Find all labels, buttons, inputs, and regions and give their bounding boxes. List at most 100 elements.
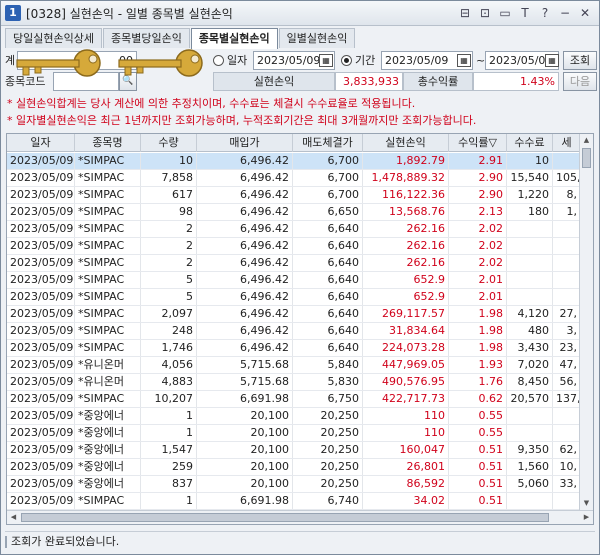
table-cell: 10 [141, 153, 197, 169]
table-cell: 2023/05/09 [7, 170, 75, 186]
table-cell: 9,350 [507, 442, 553, 458]
help-icon[interactable]: ? [537, 5, 553, 21]
table-cell: 422,717.73 [363, 391, 449, 407]
table-cell: 6,700 [293, 153, 363, 169]
table-cell: 20,570 [507, 391, 553, 407]
scroll-down-icon[interactable]: ▼ [580, 497, 593, 510]
horizontal-scroll-thumb[interactable] [21, 513, 549, 522]
calendar-to-icon[interactable]: ▦ [545, 54, 559, 67]
calendar-icon[interactable]: ▦ [319, 54, 333, 67]
table-cell: *중앙에너 [75, 459, 141, 475]
query-button[interactable]: 조회 [563, 51, 597, 70]
table-cell: *SIMPAC [75, 204, 141, 220]
table-cell: 2023/05/09 [7, 153, 75, 169]
table-row[interactable]: 2023/05/09 *중앙에너 259 20,100 20,250 26,801 0.51… [7, 459, 581, 476]
table-cell: 23, [553, 340, 581, 356]
table-cell: 490,576.95 [363, 374, 449, 390]
radio-single-date[interactable] [213, 55, 224, 66]
table-cell: *중앙에너 [75, 425, 141, 441]
vertical-scrollbar[interactable]: ▲ ▼ [579, 134, 593, 510]
table-cell: 1,547 [141, 442, 197, 458]
realized-pnl-value: 3,833,933 [335, 72, 403, 91]
table-row[interactable]: 2023/05/09 *중앙에너 837 20,100 20,250 86,592 0.51… [7, 476, 581, 493]
horizontal-scrollbar[interactable]: ◀ ▶ [7, 510, 593, 524]
table-cell: 1 [141, 425, 197, 441]
table-row[interactable]: 2023/05/09 *SIMPAC 2 6,496.42 6,640 262.16 2.0… [7, 238, 581, 255]
table-row[interactable]: 2023/05/09 *SIMPAC 1 6,691.98 6,740 34.02 0.51 [7, 493, 581, 510]
table-cell: *SIMPAC [75, 340, 141, 356]
table-row[interactable]: 2023/05/09 *SIMPAC 2,097 6,496.42 6,640 269,1… [7, 306, 581, 323]
table-cell: 2023/05/09 [7, 306, 75, 322]
table-row[interactable]: 2023/05/09 *SIMPAC 2 6,496.42 6,640 262.16 2.0… [7, 221, 581, 238]
table-cell: *SIMPAC [75, 238, 141, 254]
table-cell [553, 153, 581, 169]
table-cell [553, 493, 581, 509]
scroll-left-icon[interactable]: ◀ [7, 511, 20, 524]
column-header[interactable]: 수수료 [507, 134, 553, 152]
scroll-up-icon[interactable]: ▲ [580, 134, 593, 147]
column-header[interactable]: 수량 [141, 134, 197, 152]
table-row[interactable]: 2023/05/09 *SIMPAC 98 6,496.42 6,650 13,568.7… [7, 204, 581, 221]
table-row[interactable]: 2023/05/09 *SIMPAC 248 6,496.42 6,640 31,834.… [7, 323, 581, 340]
table-cell: 1 [141, 493, 197, 509]
table-row[interactable]: 2023/05/09 *SIMPAC 617 6,496.42 6,700 116,122… [7, 187, 581, 204]
table-row[interactable]: 2023/05/09 *유니온머 4,056 5,715.68 5,840 447,969… [7, 357, 581, 374]
table-cell: 20,100 [197, 425, 293, 441]
column-header[interactable]: 수익률▽ [449, 134, 507, 152]
table-row[interactable]: 2023/05/09 *SIMPAC 10,207 6,691.98 6,750 422,… [7, 391, 581, 408]
layout-icon[interactable]: ⊟ [457, 5, 473, 21]
column-header[interactable]: 일자 [7, 134, 75, 152]
table-row[interactable]: 2023/05/09 *SIMPAC 2 6,496.42 6,640 262.16 2.0… [7, 255, 581, 272]
table-cell: 5 [141, 272, 197, 288]
table-cell: 2 [141, 221, 197, 237]
table-cell [507, 425, 553, 441]
calendar-from-icon[interactable]: ▦ [457, 54, 471, 67]
table-cell: *SIMPAC [75, 153, 141, 169]
radio-period-label: 기간 [355, 54, 376, 67]
link-icon[interactable]: ⊡ [477, 5, 493, 21]
table-cell [553, 425, 581, 441]
table-row[interactable]: 2023/05/09 *유니온머 4,883 5,715.68 5,830 490,576… [7, 374, 581, 391]
table-cell: 180 [507, 204, 553, 220]
table-cell: 3,430 [507, 340, 553, 356]
table-cell: 20,100 [197, 459, 293, 475]
column-header[interactable]: 종목명 [75, 134, 141, 152]
table-cell: 6,496.42 [197, 153, 293, 169]
table-cell: 6,496.42 [197, 255, 293, 271]
table-cell: *SIMPAC [75, 323, 141, 339]
scroll-right-icon[interactable]: ▶ [580, 511, 593, 524]
table-cell [507, 238, 553, 254]
font-icon[interactable]: T [517, 5, 533, 21]
window-icon[interactable]: ▭ [497, 5, 513, 21]
table-row[interactable]: 2023/05/09 *중앙에너 1,547 20,100 20,250 160,047 0… [7, 442, 581, 459]
next-button[interactable]: 다음 [563, 72, 597, 91]
tab-daily-realized[interactable]: 일별실현손익 [278, 28, 356, 48]
table-cell: 2023/05/09 [7, 425, 75, 441]
table-cell: 2.01 [449, 289, 507, 305]
table-row[interactable]: 2023/05/09 *SIMPAC 5 6,496.42 6,640 652.9 2.01 [7, 272, 581, 289]
column-header[interactable]: 세 [553, 134, 581, 152]
column-header[interactable]: 실현손익 [363, 134, 449, 152]
vertical-scroll-thumb[interactable] [582, 148, 591, 168]
column-header[interactable]: 매입가 [197, 134, 293, 152]
key-icon [118, 49, 203, 77]
title-bar[interactable]: 1 [0328] 실현손익 - 일별 종목별 실현손익 ⊟ ⊡ ▭ T ? − … [1, 1, 599, 26]
table-cell: 0.55 [449, 425, 507, 441]
table-row[interactable]: 2023/05/09 *중앙에너 1 20,100 20,250 110 0.55 [7, 408, 581, 425]
table-cell: 2.90 [449, 187, 507, 203]
table-row[interactable]: 2023/05/09 *SIMPAC 5 6,496.42 6,640 652.9 2.01 [7, 289, 581, 306]
table-row[interactable]: 2023/05/09 *SIMPAC 1,746 6,496.42 6,640 224,0… [7, 340, 581, 357]
radio-period[interactable] [341, 55, 352, 66]
table-cell: *SIMPAC [75, 289, 141, 305]
column-header[interactable]: 매도체결가 [293, 134, 363, 152]
table-row[interactable]: 2023/05/09 *SIMPAC 7,858 6,496.42 6,700 1,478… [7, 170, 581, 187]
table-row[interactable]: 2023/05/09 *중앙에너 1 20,100 20,250 110 0.55 [7, 425, 581, 442]
table-cell: 10,207 [141, 391, 197, 407]
table-row[interactable]: 2023/05/09 *SIMPAC 10 6,496.42 6,700 1,892.79… [7, 153, 581, 170]
minimize-icon[interactable]: − [557, 5, 573, 21]
table-cell: 2023/05/09 [7, 204, 75, 220]
table-cell: 262.16 [363, 255, 449, 271]
close-icon[interactable]: ✕ [577, 5, 593, 21]
table-cell: *SIMPAC [75, 306, 141, 322]
table-cell: 0.51 [449, 442, 507, 458]
